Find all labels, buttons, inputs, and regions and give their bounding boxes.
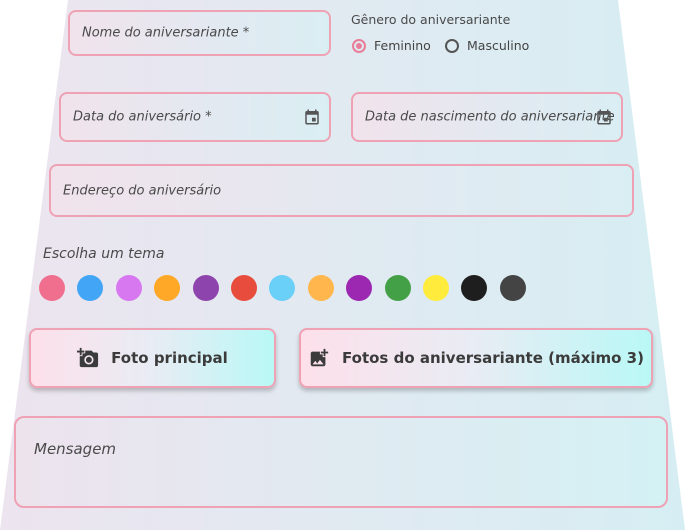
theme-color-swatch[interactable] [230, 275, 257, 301]
gender-option-male[interactable]: Masculino [445, 38, 529, 53]
theme-color-swatch[interactable] [422, 275, 449, 301]
theme-title: Escolha um tema [43, 246, 165, 262]
name-placeholder: Nome do aniversariante * [82, 25, 250, 41]
theme-color-swatch[interactable] [346, 275, 373, 301]
gender-option-female[interactable]: Feminino [352, 38, 431, 53]
party-date-placeholder: Data do aniversário * [73, 109, 212, 125]
party-date-field[interactable]: Data do aniversário * [59, 92, 331, 142]
main-photo-label: Foto principal [111, 349, 228, 367]
theme-color-swatch[interactable] [154, 275, 181, 301]
address-field[interactable]: Endereço do aniversário [49, 164, 634, 217]
theme-color-swatch[interactable] [77, 275, 104, 301]
radio-female-label: Feminino [374, 38, 431, 53]
radio-male[interactable] [445, 38, 459, 53]
address-placeholder: Endereço do aniversário [63, 183, 222, 198]
theme-color-swatch[interactable] [307, 275, 334, 301]
radio-male-label: Masculino [467, 38, 530, 53]
theme-color-swatch[interactable] [499, 275, 526, 301]
birth-date-placeholder: Data de nascimento do aniversariante [365, 109, 615, 125]
theme-color-swatch[interactable] [39, 275, 65, 301]
birthday-person-name-field[interactable]: Nome do aniversariante * [68, 10, 331, 56]
add-image-icon [310, 348, 329, 367]
message-placeholder: Mensagem [34, 440, 117, 458]
gender-title: Gênero do aniversariante [351, 12, 511, 27]
theme-color-list [39, 275, 526, 301]
calendar-icon[interactable] [303, 108, 321, 126]
theme-color-swatch[interactable] [269, 275, 296, 301]
main-photo-button[interactable]: Foto principal [29, 328, 276, 388]
calendar-icon[interactable] [595, 108, 613, 126]
theme-color-swatch[interactable] [115, 275, 142, 301]
radio-female[interactable] [352, 38, 366, 53]
theme-color-swatch[interactable] [461, 275, 488, 301]
add-photo-icon [77, 347, 99, 368]
theme-color-swatch[interactable] [384, 275, 411, 301]
birthday-photos-label: Fotos do aniversariante (máximo 3) [342, 349, 644, 367]
birth-date-field[interactable]: Data de nascimento do aniversariante [351, 92, 623, 142]
theme-color-swatch[interactable] [192, 275, 219, 301]
birthday-photos-button[interactable]: Fotos do aniversariante (máximo 3) [299, 328, 653, 388]
message-textarea[interactable]: Mensagem [14, 416, 668, 508]
